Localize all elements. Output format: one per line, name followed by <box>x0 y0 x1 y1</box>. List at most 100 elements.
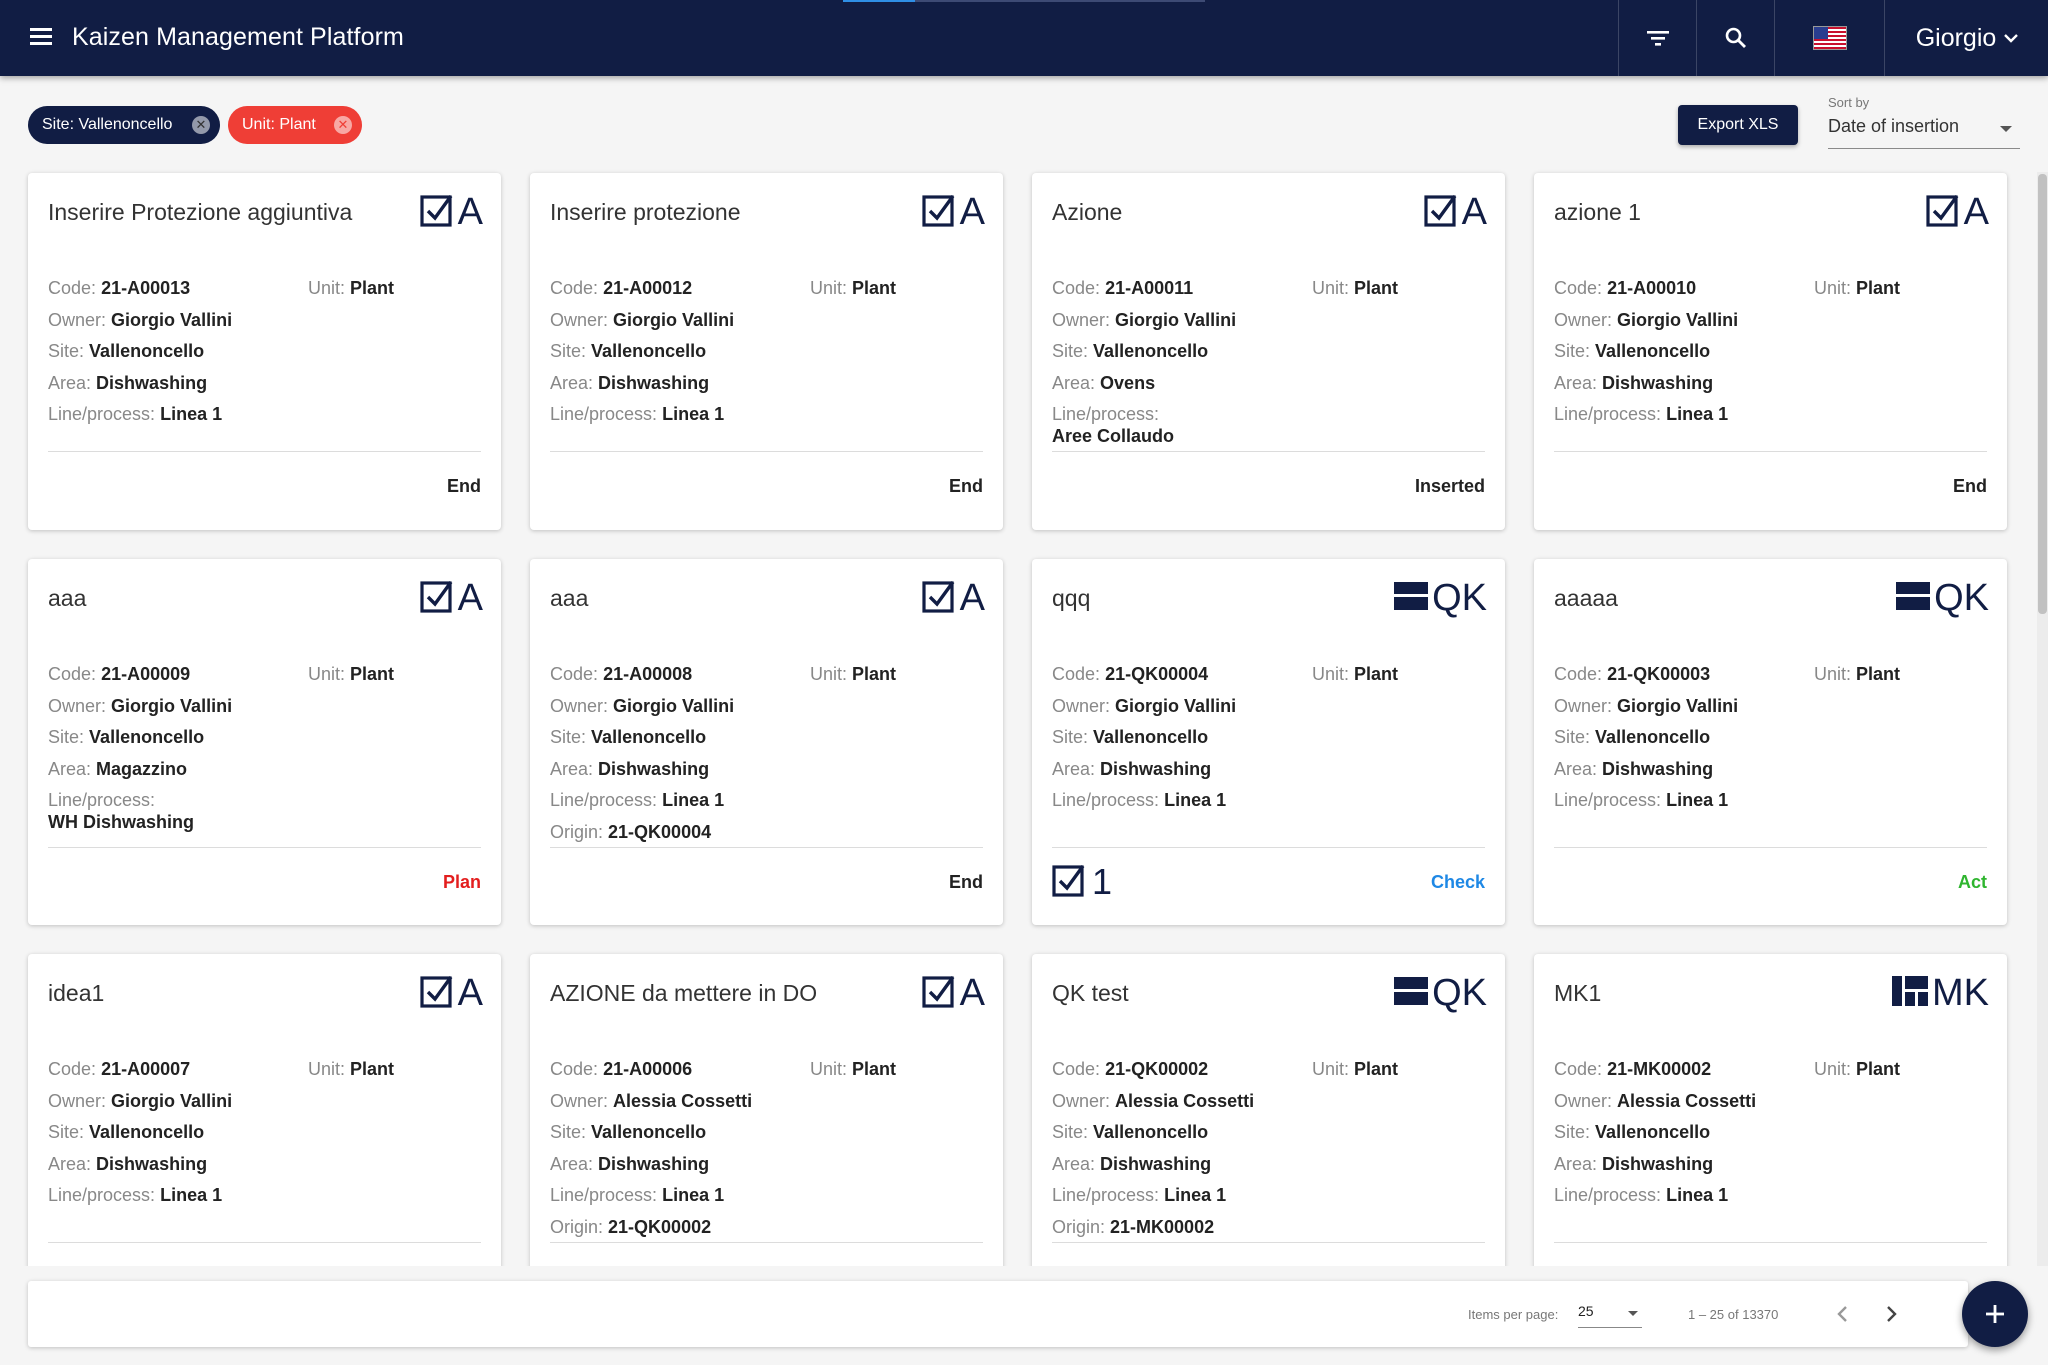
card-site: Vallenoncello <box>89 727 205 747</box>
card-line-row: Line/process: Linea 1 <box>550 790 725 810</box>
card-divider <box>550 847 983 848</box>
card-details: Code: 21-A00006 Owner: Alessia Cossetti Si… <box>550 1054 983 1243</box>
card-status: End <box>447 476 481 496</box>
checkbox-icon <box>922 579 956 618</box>
card-area-row: Area: Dishwashing <box>1554 372 1714 393</box>
card-site-row: Site: Vallenoncello <box>1554 1122 1711 1142</box>
card-area-row: Area: Dishwashing <box>1554 1153 1714 1174</box>
card-site: Vallenoncello <box>89 341 205 361</box>
kaizen-card[interactable]: QK test QK Code: 21-QK00002 Owner: Alessia … <box>1032 954 1505 1266</box>
kaizen-card[interactable]: idea1 A Code: 21-A00007 Owner: Giorgio Vall… <box>28 954 501 1266</box>
checkbox-icon <box>420 579 454 618</box>
card-owner: Giorgio Vallini <box>1115 309 1237 330</box>
card-unit: Plant <box>852 1059 897 1079</box>
card-divider <box>48 1242 481 1243</box>
kaizen-card[interactable]: MK1 MK Code: 21-MK00002 Owner: Alessia Coss… <box>1534 954 2007 1266</box>
kaizen-card[interactable]: aaa A Code: 21-A00008 Owner: Giorgio Vallin… <box>530 559 1003 925</box>
card-divider <box>48 451 481 452</box>
card-site-row: Site: Vallenoncello <box>1052 727 1209 747</box>
card-area: Dishwashing <box>1602 758 1714 779</box>
card-code: 21-QK00003 <box>1607 664 1711 684</box>
kaizen-card[interactable]: AZIONE da mettere in DO A Code: 21-A00006 O… <box>530 954 1003 1266</box>
next-page-button[interactable] <box>1876 1299 1906 1329</box>
card-code-row: Code: 21-A00008 <box>550 664 693 684</box>
checkbox-icon <box>922 193 956 232</box>
card-unit-row: Unit: Plant <box>1312 278 1399 298</box>
card-code-row: Code: 21-A00013 <box>48 278 191 298</box>
card-type-label: A <box>1461 190 1487 233</box>
card-owner: Giorgio Vallini <box>111 1090 233 1111</box>
card-type-badge: A <box>420 972 483 1014</box>
card-title: aaa <box>550 585 589 611</box>
card-title: Inserire Protezione aggiuntiva <box>48 199 353 225</box>
card-details: Code: 21-QK00002 Owner: Alessia Cossetti S… <box>1052 1054 1485 1243</box>
card-line-row: Line/process: Aree Collaudo <box>1052 404 1175 446</box>
card-status: Plan <box>442 872 481 892</box>
card-owner-row: Owner: Alessia Cossetti <box>1554 1090 1757 1111</box>
card-site-row: Site: Vallenoncello <box>48 727 205 747</box>
card-type-label: MK <box>1932 971 1989 1014</box>
kaizen-card[interactable]: aaaaa QK Code: 21-QK00003 Owner: Giorgio Va… <box>1534 559 2007 925</box>
card-status: End <box>1953 476 1987 496</box>
page-size-select[interactable]: 25 <box>1578 1303 1642 1328</box>
scrollbar[interactable] <box>2037 172 2048 1266</box>
card-title: azione 1 <box>1554 199 1641 225</box>
kaizen-card[interactable]: azione 1 A Code: 21-A00010 Owner: Giorgio V… <box>1534 173 2007 530</box>
card-type-label: A <box>1963 190 1989 233</box>
card-owner-row: Owner: Giorgio Vallini <box>48 695 233 716</box>
card-code-row: Code: 21-MK00002 <box>1554 1059 1712 1079</box>
card-divider <box>1554 1242 1987 1243</box>
card-site: Vallenoncello <box>1595 727 1711 747</box>
card-site-row: Site: Vallenoncello <box>48 341 205 361</box>
card-code-row: Code: 21-A00009 <box>48 664 191 684</box>
card-code-row: Code: 21-QK00004 <box>1052 664 1209 684</box>
card-unit: Plant <box>1354 278 1399 298</box>
card-area-row: Area: Magazzino <box>48 758 188 779</box>
checkbox-icon <box>1424 193 1458 232</box>
card-title: Azione <box>1052 199 1123 225</box>
page-range: 1 – 25 of 13370 <box>1688 1307 1779 1322</box>
card-area: Magazzino <box>96 758 188 779</box>
card-area: Dishwashing <box>598 758 710 779</box>
items-per-page-label: Items per page: <box>1468 1307 1559 1322</box>
kaizen-card[interactable]: Azione A Code: 21-A00011 Owner: Giorgio Val… <box>1032 173 1505 530</box>
card-type-label: A <box>959 971 985 1014</box>
card-title: idea1 <box>48 980 105 1006</box>
card-details: Code: 21-QK00004 Owner: Giorgio Vallini Si… <box>1052 659 1485 817</box>
previous-page-button[interactable] <box>1828 1299 1858 1329</box>
card-owner: Giorgio Vallini <box>613 309 735 330</box>
card-area-row: Area: Dishwashing <box>48 1153 208 1174</box>
checkbox-icon <box>1052 863 1086 902</box>
card-owner: Giorgio Vallini <box>1115 695 1237 716</box>
card-site: Vallenoncello <box>591 341 707 361</box>
card-origin: 21-MK00002 <box>1110 1216 1215 1237</box>
kaizen-card[interactable]: Inserire Protezione aggiuntiva A Code: 21-… <box>28 173 501 530</box>
card-divider <box>1052 1242 1485 1243</box>
card-code: 21-A00011 <box>1105 278 1194 298</box>
dropdown-arrow-icon <box>1628 1311 1638 1316</box>
card-area-row: Area: Dishwashing <box>1052 758 1212 779</box>
card-title: aaaaa <box>1554 585 1618 611</box>
card-line: Linea 1 <box>1666 790 1729 810</box>
card-owner-row: Owner: Giorgio Vallini <box>1554 695 1739 716</box>
add-button[interactable] <box>1962 1281 2028 1347</box>
card-area-row: Area: Dishwashing <box>550 1153 710 1174</box>
card-line-row: Line/process: Linea 1 <box>48 1185 223 1205</box>
card-unit-row: Unit: Plant <box>308 278 395 298</box>
chevron-left-icon <box>1837 1306 1847 1322</box>
card-code-row: Code: 21-A00012 <box>550 278 693 298</box>
card-area: Ovens <box>1100 372 1156 393</box>
card-unit-row: Unit: Plant <box>810 1059 897 1079</box>
card-site-row: Site: Vallenoncello <box>550 341 707 361</box>
card-area: Dishwashing <box>96 372 208 393</box>
card-line-row: Line/process: Linea 1 <box>1554 1185 1729 1205</box>
kaizen-card[interactable]: Inserire protezione A Code: 21-A00012 Owner… <box>530 173 1003 530</box>
kaizen-card[interactable]: aaa A Code: 21-A00009 Owner: Giorgio Vallin… <box>28 559 501 925</box>
card-type-badge: A <box>1926 191 1989 233</box>
card-unit: Plant <box>852 278 897 298</box>
mk-icon <box>1892 974 1928 1013</box>
card-divider <box>1052 451 1485 452</box>
card-type-label: A <box>959 576 985 619</box>
kaizen-card[interactable]: qqq QK Code: 21-QK00004 Owner: Giorgio Vall… <box>1032 559 1505 925</box>
card-divider <box>1554 847 1987 848</box>
